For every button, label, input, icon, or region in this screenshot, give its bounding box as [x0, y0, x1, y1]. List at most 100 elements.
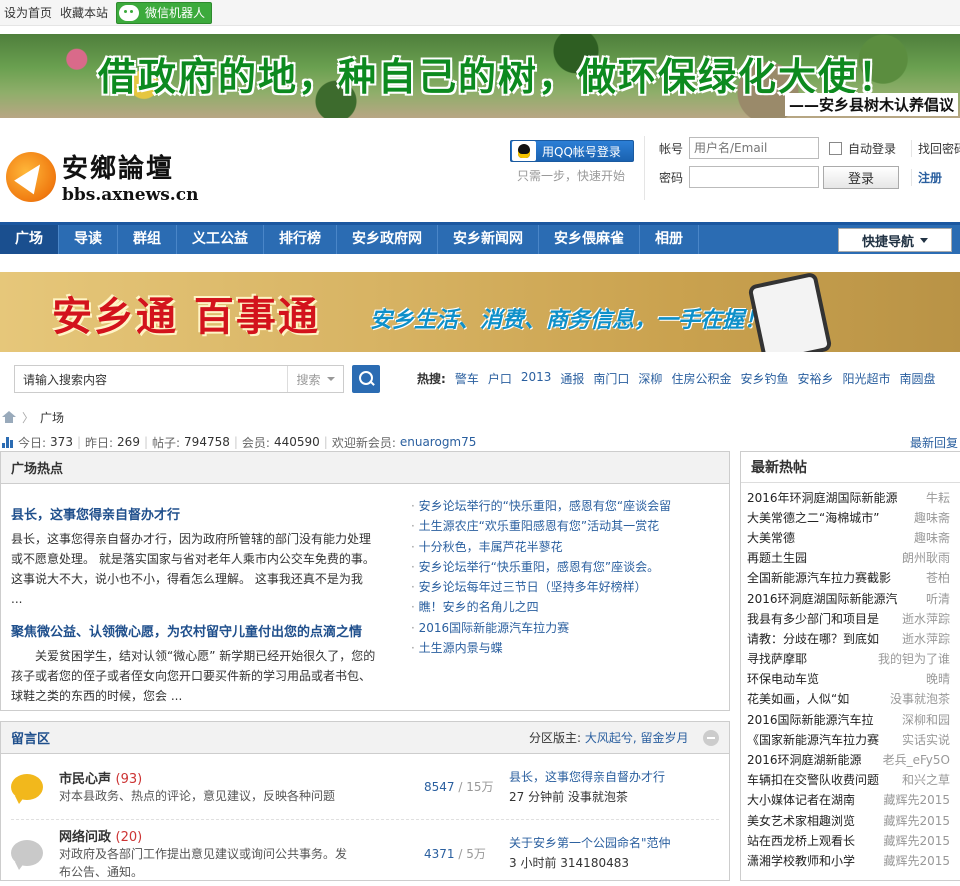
- password-input[interactable]: [689, 166, 819, 188]
- banner-subtitle: ——安乡县树木认养倡议: [784, 93, 958, 116]
- hot-thread-link[interactable]: 安乡论坛举行“快乐重阳，感恩有您”座谈会。: [419, 560, 659, 574]
- nav-item-gov[interactable]: 安乡政府网: [337, 225, 438, 254]
- latest-item[interactable]: 美女艺术家相趣浏览 藏辉先2015: [741, 810, 960, 830]
- latest-item[interactable]: 车辆扣在交警队收费问题 和兴之草: [741, 770, 960, 790]
- nav-item-guide[interactable]: 导读: [59, 225, 118, 254]
- quick-nav-dropdown[interactable]: 快捷导航: [838, 228, 952, 252]
- nav-item-groups[interactable]: 群组: [118, 225, 177, 254]
- site-logo[interactable]: 安鄉論壇 bbs.axnews.cn: [6, 148, 198, 205]
- latest-item[interactable]: 潇湘学校教师和小学 藏辉先2015: [741, 850, 960, 870]
- login-button[interactable]: 登录: [823, 165, 899, 189]
- hot-search-link[interactable]: 户口: [488, 370, 512, 387]
- latest-thread-link[interactable]: 请教：分歧在哪？到底如: [747, 630, 879, 647]
- hot-search-link[interactable]: 南门口: [593, 370, 629, 387]
- latest-thread-link[interactable]: 潇湘学校教师和小学: [747, 852, 855, 869]
- latest-item[interactable]: 环保电动车览 晚晴: [741, 669, 960, 689]
- latest-item[interactable]: 花美如画，人似“如 没事就泡茶: [741, 689, 960, 709]
- latest-thread-link[interactable]: 2016环洞庭湖国际新能源汽: [747, 590, 897, 607]
- featured-title[interactable]: 县长，这事您得亲自督办才行: [11, 508, 180, 523]
- search-type-select[interactable]: 搜索: [287, 366, 343, 392]
- collapse-icon[interactable]: [703, 729, 719, 746]
- nav-item-news[interactable]: 安乡新闻网: [438, 225, 539, 254]
- latest-item[interactable]: 我县有多少部门和项目是 逝水萍踪: [741, 608, 960, 628]
- hot-thread-link[interactable]: 土生源农庄“欢乐重阳感恩有您”活动其一赏花: [419, 519, 659, 533]
- hot-thread-link[interactable]: 十分秋色，丰属芦花半蓼花: [419, 540, 563, 554]
- latest-thread-link[interactable]: 大美常德之二“海棉城市”: [747, 509, 879, 526]
- forum-row[interactable]: 市民心声 (93) 对本县政务、热点的评论，意见建议，反映各种问题 8547 /…: [11, 754, 719, 820]
- latest-thread-link[interactable]: 站在西龙桥上观看长: [747, 832, 855, 849]
- hot-search-link[interactable]: 通报: [560, 370, 584, 387]
- latest-thread-link[interactable]: 再题土生园: [747, 549, 807, 566]
- nav-item-plaza[interactable]: 广场: [0, 225, 59, 254]
- search-button[interactable]: [352, 365, 380, 393]
- hot-thread-link[interactable]: 土生源内景与蝶: [419, 641, 503, 655]
- forum-name[interactable]: 网络问政: [59, 830, 111, 845]
- home-icon[interactable]: [2, 411, 16, 423]
- latest-item[interactable]: 2016国际新能源汽车拉 深柳和园: [741, 709, 960, 729]
- latest-item[interactable]: 全国新能源汽车拉力赛截影 苍柏: [741, 568, 960, 588]
- tree-adoption-banner[interactable]: 借政府的地，种自己的树，做环保绿化大使！ ——安乡县树木认养倡议: [0, 34, 960, 118]
- hot-thread-link[interactable]: 瞧！安乡的名角儿之四: [419, 600, 539, 614]
- latest-thread-link[interactable]: 环保电动车览: [747, 670, 819, 687]
- latest-item[interactable]: 大小媒体记者在湖南 藏辉先2015: [741, 790, 960, 810]
- nav-item-mahjong[interactable]: 安乡偎麻雀: [539, 225, 640, 254]
- hot-search-link[interactable]: 住房公积金: [671, 370, 731, 387]
- latest-thread-link[interactable]: 2016环洞庭湖新能源: [747, 751, 862, 768]
- hot-search-link[interactable]: 深柳: [638, 370, 662, 387]
- latest-thread-link[interactable]: 大美常德: [747, 529, 795, 546]
- anxiangtong-banner[interactable]: 安乡通 百事通 安乡生活、消费、商务信息，一手在握！: [0, 272, 960, 352]
- latest-item[interactable]: 请教：分歧在哪？到底如 逝水萍踪: [741, 628, 960, 648]
- search-input[interactable]: 请输入搜索内容: [15, 371, 287, 388]
- latest-item[interactable]: 大美常德 趣味斋: [741, 527, 960, 547]
- latest-item[interactable]: 大美常德之二“海棉城市” 趣味斋: [741, 507, 960, 527]
- latest-reply-link[interactable]: 最新回复: [910, 434, 958, 451]
- latest-thread-link[interactable]: 我县有多少部门和项目是: [747, 610, 879, 627]
- account-input[interactable]: [689, 137, 819, 159]
- last-post-link[interactable]: 县长，这事您得亲自督办才行: [509, 770, 665, 784]
- hot-search-link[interactable]: 2013: [521, 370, 552, 387]
- hot-thread-link[interactable]: 安乡论坛每年过三节日（坚持多年好榜样）: [419, 580, 647, 594]
- latest-thread-link[interactable]: 美女艺术家相趣浏览: [747, 812, 855, 829]
- latest-thread-link[interactable]: 2016国际新能源汽车拉: [747, 711, 874, 728]
- latest-item[interactable]: 2016年环洞庭湖国际新能源 牛耘: [741, 487, 960, 507]
- site-header: 安鄉論壇 bbs.axnews.cn 用QQ帐号登录 只需一步，快速开始 帐号 …: [0, 118, 960, 222]
- nav-item-ranking[interactable]: 排行榜: [264, 225, 337, 254]
- bookmark-link[interactable]: 收藏本站: [60, 4, 108, 21]
- hot-search-link[interactable]: 警车: [455, 370, 479, 387]
- last-post-link[interactable]: 关于安乡第一个公园命名"范仲: [509, 836, 671, 850]
- forum-row[interactable]: 网络问政 (20) 对政府及各部门工作提出意见建议或询问公共事务。发布公告、通知…: [11, 820, 719, 886]
- latest-thread-link[interactable]: 2016年环洞庭湖国际新能源: [747, 489, 897, 506]
- latest-item[interactable]: 2016环洞庭湖国际新能源汽 听清: [741, 588, 960, 608]
- latest-thread-link[interactable]: 花美如画，人似“如: [747, 690, 849, 707]
- hot-search-link[interactable]: 阳光超市: [842, 370, 890, 387]
- latest-thread-link[interactable]: 寻找萨摩耶: [747, 650, 807, 667]
- latest-item[interactable]: 《国家新能源汽车拉力赛 实话实说: [741, 729, 960, 749]
- hot-search-link[interactable]: 安裕乡: [797, 370, 833, 387]
- latest-thread-link[interactable]: 车辆扣在交警队收费问题: [747, 771, 879, 788]
- hot-thread-link[interactable]: 安乡论坛举行的“快乐重阳，感恩有您“座谈会留: [419, 499, 671, 513]
- latest-item[interactable]: 再题土生园 朗州耿雨: [741, 548, 960, 568]
- new-member-link[interactable]: enuarogm75: [400, 435, 477, 449]
- hot-thread-link[interactable]: 2016国际新能源汽车拉力赛: [419, 621, 570, 635]
- hot-search-link[interactable]: 安乡钓鱼: [740, 370, 788, 387]
- hot-search-link[interactable]: 南圆盘: [900, 370, 936, 387]
- find-password-link[interactable]: 找回密码: [911, 140, 960, 157]
- latest-item[interactable]: 2016环洞庭湖新能源 老兵_eFy5O: [741, 749, 960, 769]
- last-post-user[interactable]: 314180483: [560, 856, 629, 870]
- set-home-link[interactable]: 设为首页: [4, 4, 52, 21]
- auto-login-checkbox[interactable]: [829, 141, 842, 155]
- nav-item-volunteer[interactable]: 义工公益: [177, 225, 264, 254]
- qq-login-button[interactable]: 用QQ帐号登录: [510, 140, 634, 162]
- wechat-robot-button[interactable]: 微信机器人: [116, 1, 213, 24]
- forum-name[interactable]: 市民心声: [59, 772, 111, 787]
- featured-title[interactable]: 聚焦微公益、认领微心愿，为农村留守儿童付出您的点滴之情: [11, 625, 362, 640]
- last-post-user[interactable]: 没事就泡茶: [568, 790, 628, 804]
- moderators-link[interactable]: 大风起兮, 留金岁月: [585, 731, 689, 745]
- nav-item-album[interactable]: 相册: [640, 225, 699, 254]
- latest-item[interactable]: 寻找萨摩耶 我的钽为了谁: [741, 649, 960, 669]
- latest-thread-link[interactable]: 全国新能源汽车拉力赛截影: [747, 569, 891, 586]
- latest-thread-link[interactable]: 《国家新能源汽车拉力赛: [747, 731, 879, 748]
- register-link[interactable]: 注册: [911, 169, 960, 186]
- latest-thread-link[interactable]: 大小媒体记者在湖南: [747, 791, 855, 808]
- latest-item[interactable]: 站在西龙桥上观看长 藏辉先2015: [741, 830, 960, 850]
